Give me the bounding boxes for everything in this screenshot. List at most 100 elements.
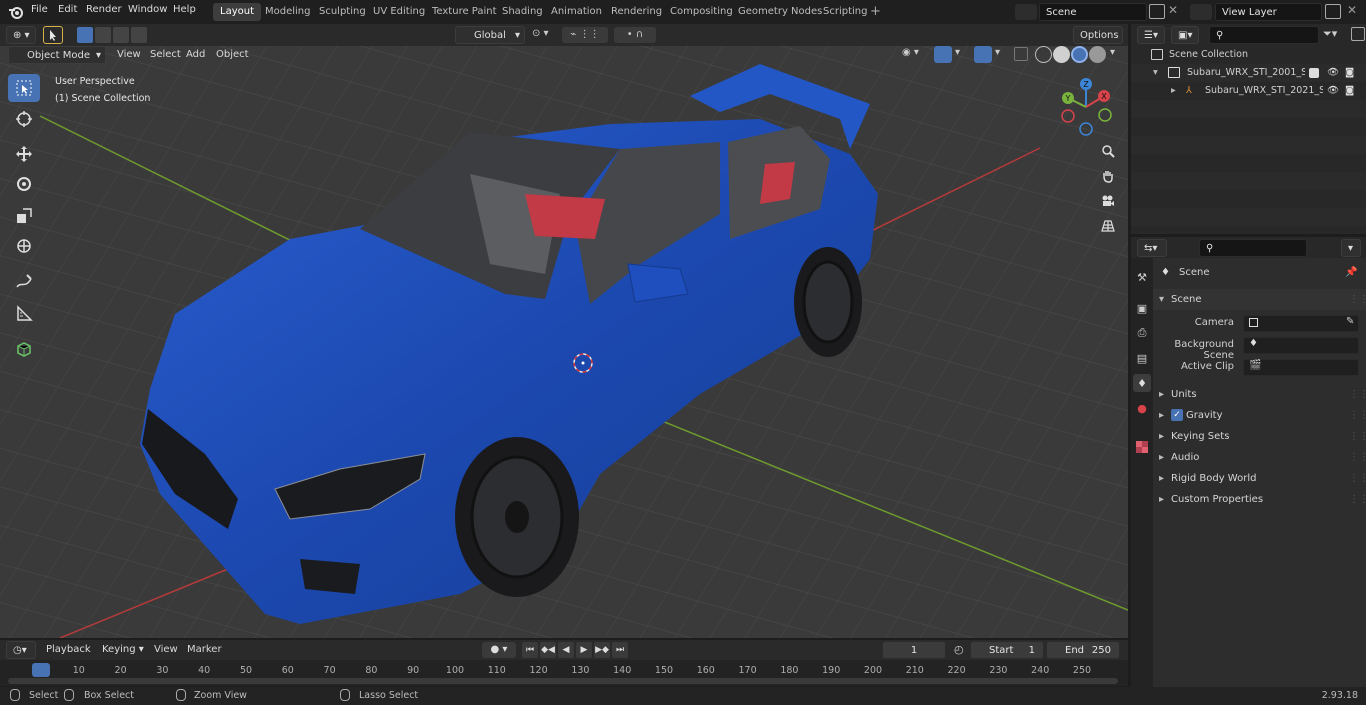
outliner-editor-type-icon[interactable]: ☰▾ [1137, 26, 1165, 44]
menu-render[interactable]: Render [86, 4, 122, 15]
jump-to-start-icon[interactable]: ⏮ [522, 642, 538, 658]
menu-window[interactable]: Window [128, 4, 167, 15]
collection-expand-icon[interactable]: ▾ [1153, 64, 1158, 82]
start-frame-field[interactable]: Start 1 [970, 641, 1044, 659]
scene-selector-icon[interactable] [1015, 4, 1037, 20]
object-mode-dropdown[interactable]: Object Mode ▾ [8, 46, 106, 64]
view-layer-name-field[interactable]: View Layer [1215, 3, 1322, 21]
outliner-filter-icon[interactable]: ⏷▾ [1323, 27, 1337, 41]
keying-menu[interactable]: Keying ▾ [96, 641, 146, 659]
menu-add[interactable]: Add [186, 46, 205, 64]
subpanel-audio[interactable]: ▸ Audio ⋮⋮ [1153, 447, 1366, 468]
subpanel-expand-icon[interactable]: ▸ [1159, 426, 1164, 447]
menu-view[interactable]: View [117, 46, 141, 64]
subpanel-drag-handle[interactable]: ⋮⋮ [1349, 489, 1366, 510]
jump-to-next-keyframe-icon[interactable]: ▶◆ [594, 642, 610, 658]
outliner-search-input[interactable]: ⚲ [1209, 26, 1319, 44]
timeline-editor-type-icon[interactable]: ◷▾ [6, 641, 36, 659]
auto-keying-record-icon[interactable]: ● ▾ [482, 642, 516, 658]
subpanel-expand-icon[interactable]: ▸ [1159, 384, 1164, 405]
move-tool-button[interactable] [8, 140, 40, 168]
subpanel-expand-icon[interactable]: ▸ [1159, 447, 1164, 468]
menu-select[interactable]: Select [150, 46, 181, 64]
view-layer-tab-icon[interactable]: ▤ [1133, 349, 1151, 367]
subpanel-keying-sets[interactable]: ▸ Keying Sets ⋮⋮ [1153, 426, 1366, 447]
outliner-row-object[interactable]: ▸ ⅄ Subaru_WRX_STI_2021_S 👁 ◙ [1131, 82, 1366, 100]
3d-viewport[interactable]: User Perspective (1) Scene Collection Z [0, 24, 1128, 638]
snap-toggle-icon[interactable]: ⌁ ⋮⋮ [562, 27, 608, 43]
transform-tool-button[interactable] [8, 232, 40, 260]
properties-editor-type-icon[interactable]: ⇆▾ [1137, 239, 1167, 257]
workspace-tab-compositing[interactable]: Compositing [663, 3, 740, 21]
timeline-scrollbar[interactable] [8, 678, 1118, 684]
subpanel-drag-handle[interactable]: ⋮⋮ [1349, 384, 1366, 405]
object-visibility-eye-icon[interactable]: 👁 [1327, 82, 1339, 100]
new-view-layer-icon[interactable] [1325, 4, 1341, 19]
select-new-icon[interactable] [77, 27, 93, 43]
workspace-tab-modeling[interactable]: Modeling [258, 3, 318, 21]
subpanel-gravity[interactable]: ▸ ✓ Gravity ⋮⋮ [1153, 405, 1366, 426]
collection-exclude-checkbox[interactable] [1309, 68, 1319, 78]
tool-tab-icon[interactable]: ⚒ [1133, 268, 1151, 286]
xray-toggle-icon[interactable] [1014, 47, 1028, 61]
wireframe-shading-icon[interactable] [1035, 46, 1052, 63]
annotate-tool-button[interactable] [8, 268, 40, 296]
end-frame-field[interactable]: End 250 [1046, 641, 1120, 659]
subpanel-expand-icon[interactable]: ▸ [1159, 468, 1164, 489]
object-expand-icon[interactable]: ▸ [1171, 82, 1176, 100]
gizmo-dropdown-icon[interactable]: ▾ [955, 47, 960, 58]
render-tab-icon[interactable]: ▣ [1133, 299, 1151, 317]
object-render-camera-icon[interactable]: ◙ [1345, 82, 1354, 100]
editor-type-3d-view-icon[interactable]: ⊕ ▾ [6, 26, 36, 44]
new-scene-icon[interactable] [1149, 4, 1165, 19]
workspace-tab-geometry-nodes[interactable]: Geometry Nodes [731, 3, 829, 21]
options-dropdown[interactable]: Options ▾ [1073, 26, 1123, 59]
select-subtract-icon[interactable] [113, 27, 129, 43]
camera-view-icon[interactable] [1096, 190, 1120, 212]
workspace-tab-shading[interactable]: Shading [495, 3, 550, 21]
active-clip-field[interactable]: 🎬 [1243, 359, 1359, 376]
select-extend-icon[interactable] [95, 27, 111, 43]
delete-view-layer-icon[interactable]: ✕ [1347, 3, 1357, 17]
proportional-editing-icon[interactable]: • ∩ [614, 27, 656, 43]
subpanel-expand-icon[interactable]: ▸ [1159, 405, 1164, 426]
cursor-tool-button[interactable] [8, 105, 40, 133]
select-tool-cursor-icon[interactable] [43, 26, 63, 44]
selection-mode-buttons[interactable] [77, 27, 159, 43]
menu-edit[interactable]: Edit [58, 4, 77, 15]
menu-file[interactable]: File [31, 4, 48, 15]
camera-field[interactable]: ✎ [1243, 315, 1359, 332]
subpanel-drag-handle[interactable]: ⋮⋮ [1349, 447, 1366, 468]
workspace-tab-sculpting[interactable]: Sculpting [312, 3, 373, 21]
workspace-tab-scripting[interactable]: Scripting [816, 3, 874, 21]
navigation-gizmo[interactable]: Z X Y [1055, 76, 1117, 138]
properties-options-icon[interactable]: ▾ [1341, 239, 1361, 257]
gravity-checkbox[interactable]: ✓ [1171, 409, 1183, 421]
add-cube-tool-button[interactable] [8, 335, 40, 363]
scene-name-field[interactable]: Scene [1039, 3, 1147, 21]
scene-panel-expand-icon[interactable]: ▾ [1159, 289, 1164, 310]
select-tool-button[interactable] [8, 74, 40, 102]
rendered-shading-icon[interactable] [1089, 46, 1106, 63]
subpanel-custom-properties[interactable]: ▸ Custom Properties ⋮⋮ [1153, 489, 1366, 510]
menu-help[interactable]: Help [173, 4, 196, 15]
subpanel-expand-icon[interactable]: ▸ [1159, 489, 1164, 510]
timeline-view-menu[interactable]: View [154, 641, 178, 659]
pivot-point-icon[interactable]: ⊙ ▾ [532, 28, 549, 39]
collection-visibility-eye-icon[interactable]: 👁 [1327, 64, 1339, 82]
preview-range-clock-icon[interactable]: ◴ [954, 643, 964, 656]
eyedropper-icon[interactable]: ✎ [1346, 316, 1354, 327]
properties-search-input[interactable]: ⚲ [1199, 239, 1307, 257]
scale-tool-button[interactable] [8, 202, 40, 230]
workspace-tab-animation[interactable]: Animation [544, 3, 609, 21]
subpanel-drag-handle[interactable]: ⋮⋮ [1349, 426, 1366, 447]
solid-shading-icon[interactable] [1053, 46, 1070, 63]
background-scene-field[interactable]: ♦ [1243, 337, 1359, 354]
subpanel-units[interactable]: ▸ Units ⋮⋮ [1153, 384, 1366, 405]
scene-tab-icon[interactable]: ♦ [1133, 374, 1151, 392]
subpanel-drag-handle[interactable]: ⋮⋮ [1349, 405, 1366, 426]
scene-panel-header[interactable]: ▾ Scene ⋮⋮ [1153, 289, 1366, 310]
workspace-tab-uv-editing[interactable]: UV Editing [366, 3, 432, 21]
visibility-icon[interactable]: ◉ ▾ [902, 47, 919, 58]
world-tab-icon[interactable]: ● [1133, 399, 1151, 417]
